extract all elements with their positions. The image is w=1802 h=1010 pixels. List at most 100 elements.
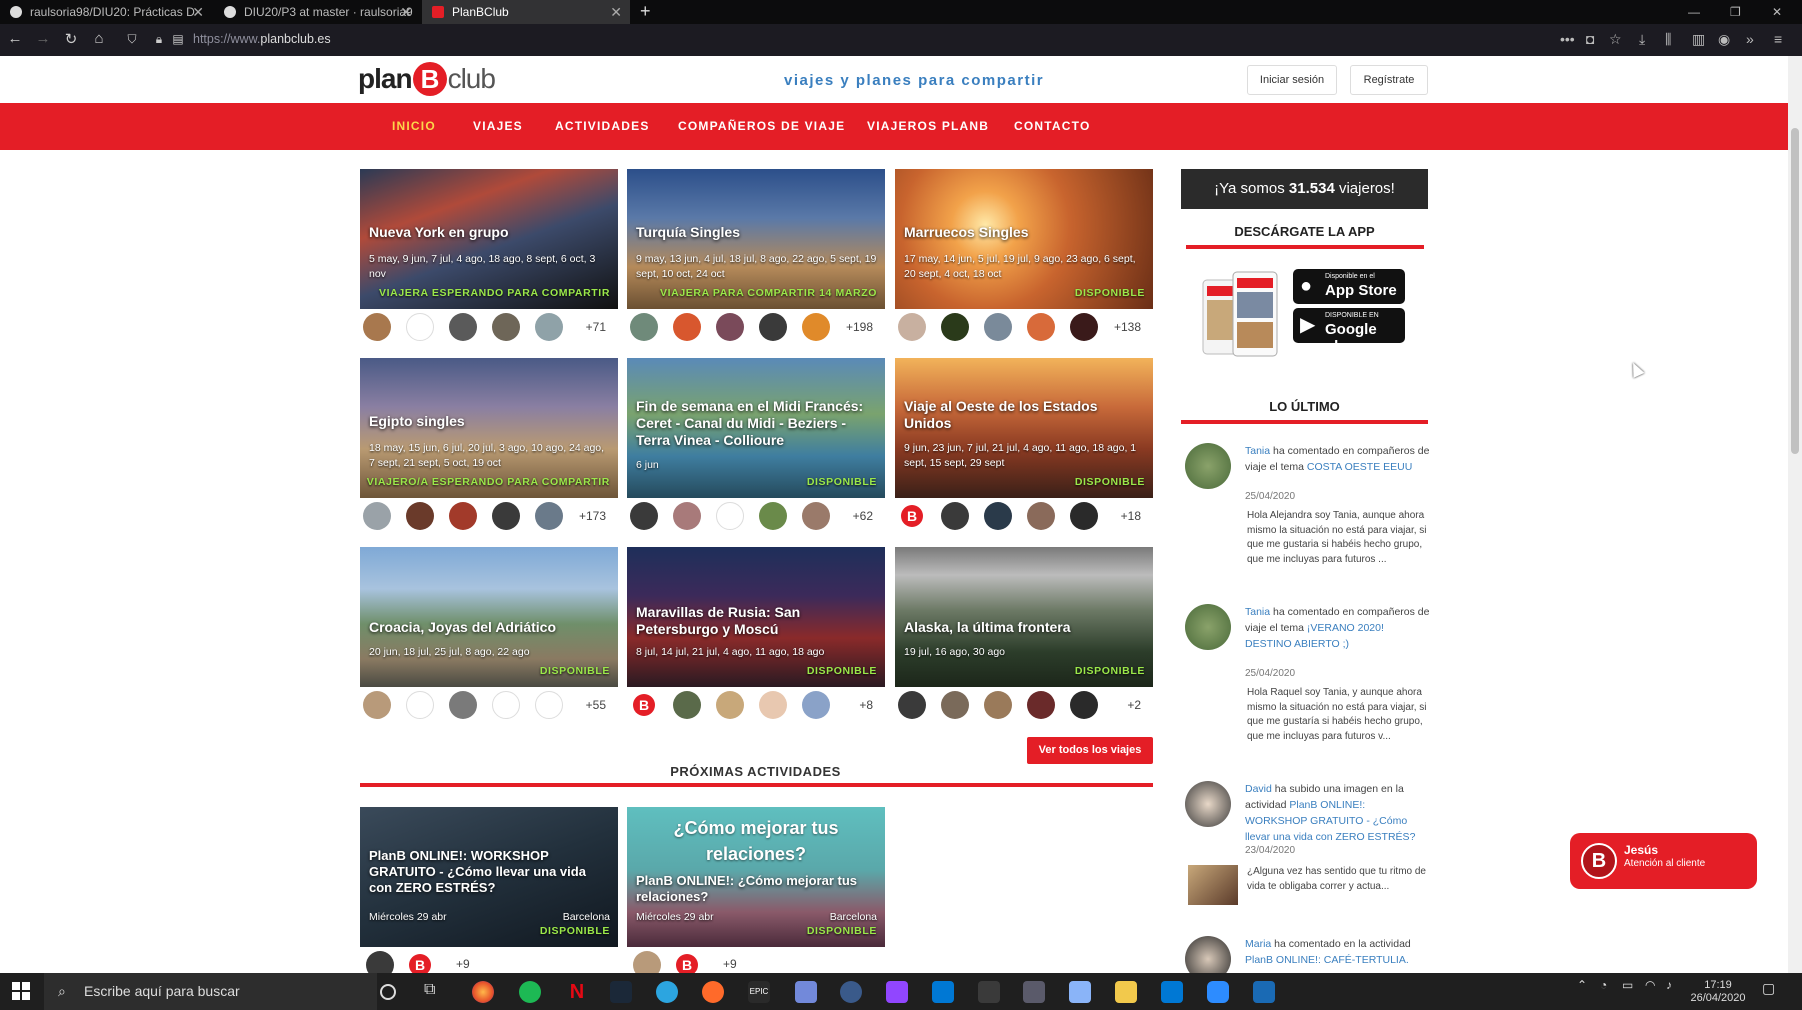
avatar[interactable] — [366, 951, 394, 973]
app-icon[interactable] — [1069, 981, 1091, 1003]
menu-icon[interactable]: ≡ — [1774, 31, 1782, 47]
cortana-icon[interactable] — [380, 984, 396, 1000]
activity-card[interactable]: PlanB ONLINE!: WORKSHOP GRATUITO - ¿Cómo… — [360, 807, 618, 947]
avatar[interactable] — [1185, 604, 1231, 650]
firefox-icon[interactable] — [472, 981, 494, 1003]
page-scrollbar[interactable] — [1788, 56, 1802, 973]
see-all-trips-button[interactable]: Ver todos los viajes — [1027, 737, 1153, 764]
login-button[interactable]: Iniciar sesión — [1247, 65, 1337, 95]
avatar[interactable] — [716, 691, 744, 719]
avatar[interactable] — [759, 313, 787, 341]
windows-start-icon[interactable] — [12, 982, 30, 1000]
library-icon[interactable]: ⫼ — [1665, 31, 1671, 48]
avatar[interactable] — [492, 313, 520, 341]
unity-icon[interactable] — [978, 981, 1000, 1003]
overflow-icon[interactable]: » — [1746, 31, 1754, 47]
avatar[interactable] — [633, 951, 661, 973]
site-logo[interactable]: plan Bclub — [358, 62, 496, 98]
avatar[interactable] — [406, 313, 434, 341]
avatar[interactable] — [716, 313, 744, 341]
mail-icon[interactable] — [1161, 981, 1183, 1003]
bookmark-star-icon[interactable]: ☆ — [1609, 31, 1622, 48]
close-window-icon[interactable]: ✕ — [1772, 0, 1782, 24]
avatar[interactable] — [1185, 443, 1231, 489]
avatar[interactable] — [898, 313, 926, 341]
task-view-icon[interactable]: ⧉ — [424, 981, 446, 1003]
avatar[interactable] — [1027, 691, 1055, 719]
trip-card[interactable]: Marruecos Singles 17 may, 14 jun, 5 jul,… — [895, 169, 1153, 309]
avatar[interactable] — [535, 502, 563, 530]
planb-avatar[interactable]: B — [898, 502, 926, 530]
avatar[interactable] — [941, 502, 969, 530]
wifi-icon[interactable]: ◠ — [1645, 979, 1655, 992]
register-button[interactable]: Regístrate — [1350, 65, 1428, 95]
download-icon[interactable]: ⤓ — [1639, 31, 1645, 48]
close-tab-icon[interactable]: ✕ — [192, 0, 204, 24]
3d-viewer-icon[interactable] — [1023, 981, 1045, 1003]
avatar[interactable] — [1070, 313, 1098, 341]
trip-card[interactable]: Egipto singles 18 may, 15 jun, 6 jul, 20… — [360, 358, 618, 498]
photos-icon[interactable] — [1253, 981, 1275, 1003]
chevron-up-icon[interactable]: ⌃ — [1577, 979, 1587, 992]
volume-icon[interactable]: ♪ — [1666, 979, 1672, 992]
avatar[interactable] — [984, 691, 1012, 719]
avatar[interactable] — [898, 691, 926, 719]
forward-icon[interactable]: → — [33, 30, 53, 47]
menu-item-inicio[interactable]: INICIO — [392, 103, 436, 150]
close-tab-icon[interactable]: ✕ — [610, 0, 622, 24]
avatar[interactable] — [1185, 781, 1231, 827]
battery-icon[interactable]: ▭ — [1622, 979, 1633, 992]
avatar[interactable] — [802, 691, 830, 719]
avatar[interactable] — [363, 313, 391, 341]
trip-card[interactable]: Nueva York en grupo 5 may, 9 jun, 7 jul,… — [360, 169, 618, 309]
avatar[interactable] — [1185, 936, 1231, 973]
minimize-icon[interactable]: — — [1688, 0, 1700, 24]
planb-avatar[interactable]: B — [673, 951, 701, 973]
avatar[interactable] — [802, 502, 830, 530]
home-icon[interactable]: ⌂ — [89, 30, 109, 47]
feed-link[interactable]: PlanB ONLINE!: CAFÉ-TERTULIA. — [1245, 954, 1409, 966]
avatar[interactable] — [406, 691, 434, 719]
planb-avatar[interactable]: B — [406, 951, 434, 973]
network-icon[interactable]: ◔ — [1600, 979, 1607, 992]
close-tab-icon[interactable]: ✕ — [400, 0, 412, 24]
avatar[interactable] — [1027, 313, 1055, 341]
avatar[interactable] — [1027, 502, 1055, 530]
trip-card[interactable]: Alaska, la última frontera 19 jul, 16 ag… — [895, 547, 1153, 687]
taskbar-clock[interactable]: 17:19 26/04/2020 — [1688, 979, 1748, 1005]
avatar[interactable] — [630, 502, 658, 530]
chat-widget[interactable]: B Jesús Atención al cliente — [1570, 833, 1757, 889]
reload-icon[interactable]: ↻ — [61, 30, 81, 48]
trip-card[interactable]: Maravillas de Rusia: San Petersburgo y M… — [627, 547, 885, 687]
avatar[interactable] — [759, 502, 787, 530]
avatar[interactable] — [984, 313, 1012, 341]
google-play-button[interactable]: ▶ DISPONIBLE EN Google play — [1293, 308, 1405, 355]
menu-item-companeros[interactable]: COMPAÑEROS DE VIAJE — [678, 103, 845, 150]
avatar[interactable] — [449, 502, 477, 530]
feed-image[interactable] — [1188, 865, 1238, 905]
avatar[interactable] — [673, 502, 701, 530]
scrollbar-thumb[interactable] — [1791, 128, 1799, 454]
avatar[interactable] — [984, 502, 1012, 530]
trip-card[interactable]: Turquía Singles 9 may, 13 jun, 4 jul, 18… — [627, 169, 885, 309]
avatar[interactable] — [630, 313, 658, 341]
planb-avatar[interactable]: B — [630, 691, 658, 719]
new-tab-icon[interactable]: + — [640, 0, 651, 22]
restore-icon[interactable]: ❐ — [1730, 0, 1741, 24]
telegram-icon[interactable] — [656, 981, 678, 1003]
activity-card[interactable]: ¿Cómo mejorar tus relaciones? PlanB ONLI… — [627, 807, 885, 947]
avatar[interactable] — [802, 313, 830, 341]
url-bar[interactable]: https://www.planbclub.es — [193, 32, 331, 46]
vscode-icon[interactable] — [932, 981, 954, 1003]
notifications-icon[interactable]: ▢ — [1762, 981, 1775, 995]
avatar[interactable] — [363, 691, 391, 719]
avatar[interactable] — [673, 691, 701, 719]
avatar[interactable] — [449, 313, 477, 341]
avatar[interactable] — [941, 691, 969, 719]
page-info-icon[interactable]: ▤ — [168, 32, 188, 46]
avatar[interactable] — [535, 313, 563, 341]
steam-icon[interactable] — [610, 981, 632, 1003]
feed-link[interactable]: COSTA OESTE EEUU — [1307, 461, 1412, 473]
uplay-icon[interactable] — [840, 981, 862, 1003]
twitch-icon[interactable] — [886, 981, 908, 1003]
